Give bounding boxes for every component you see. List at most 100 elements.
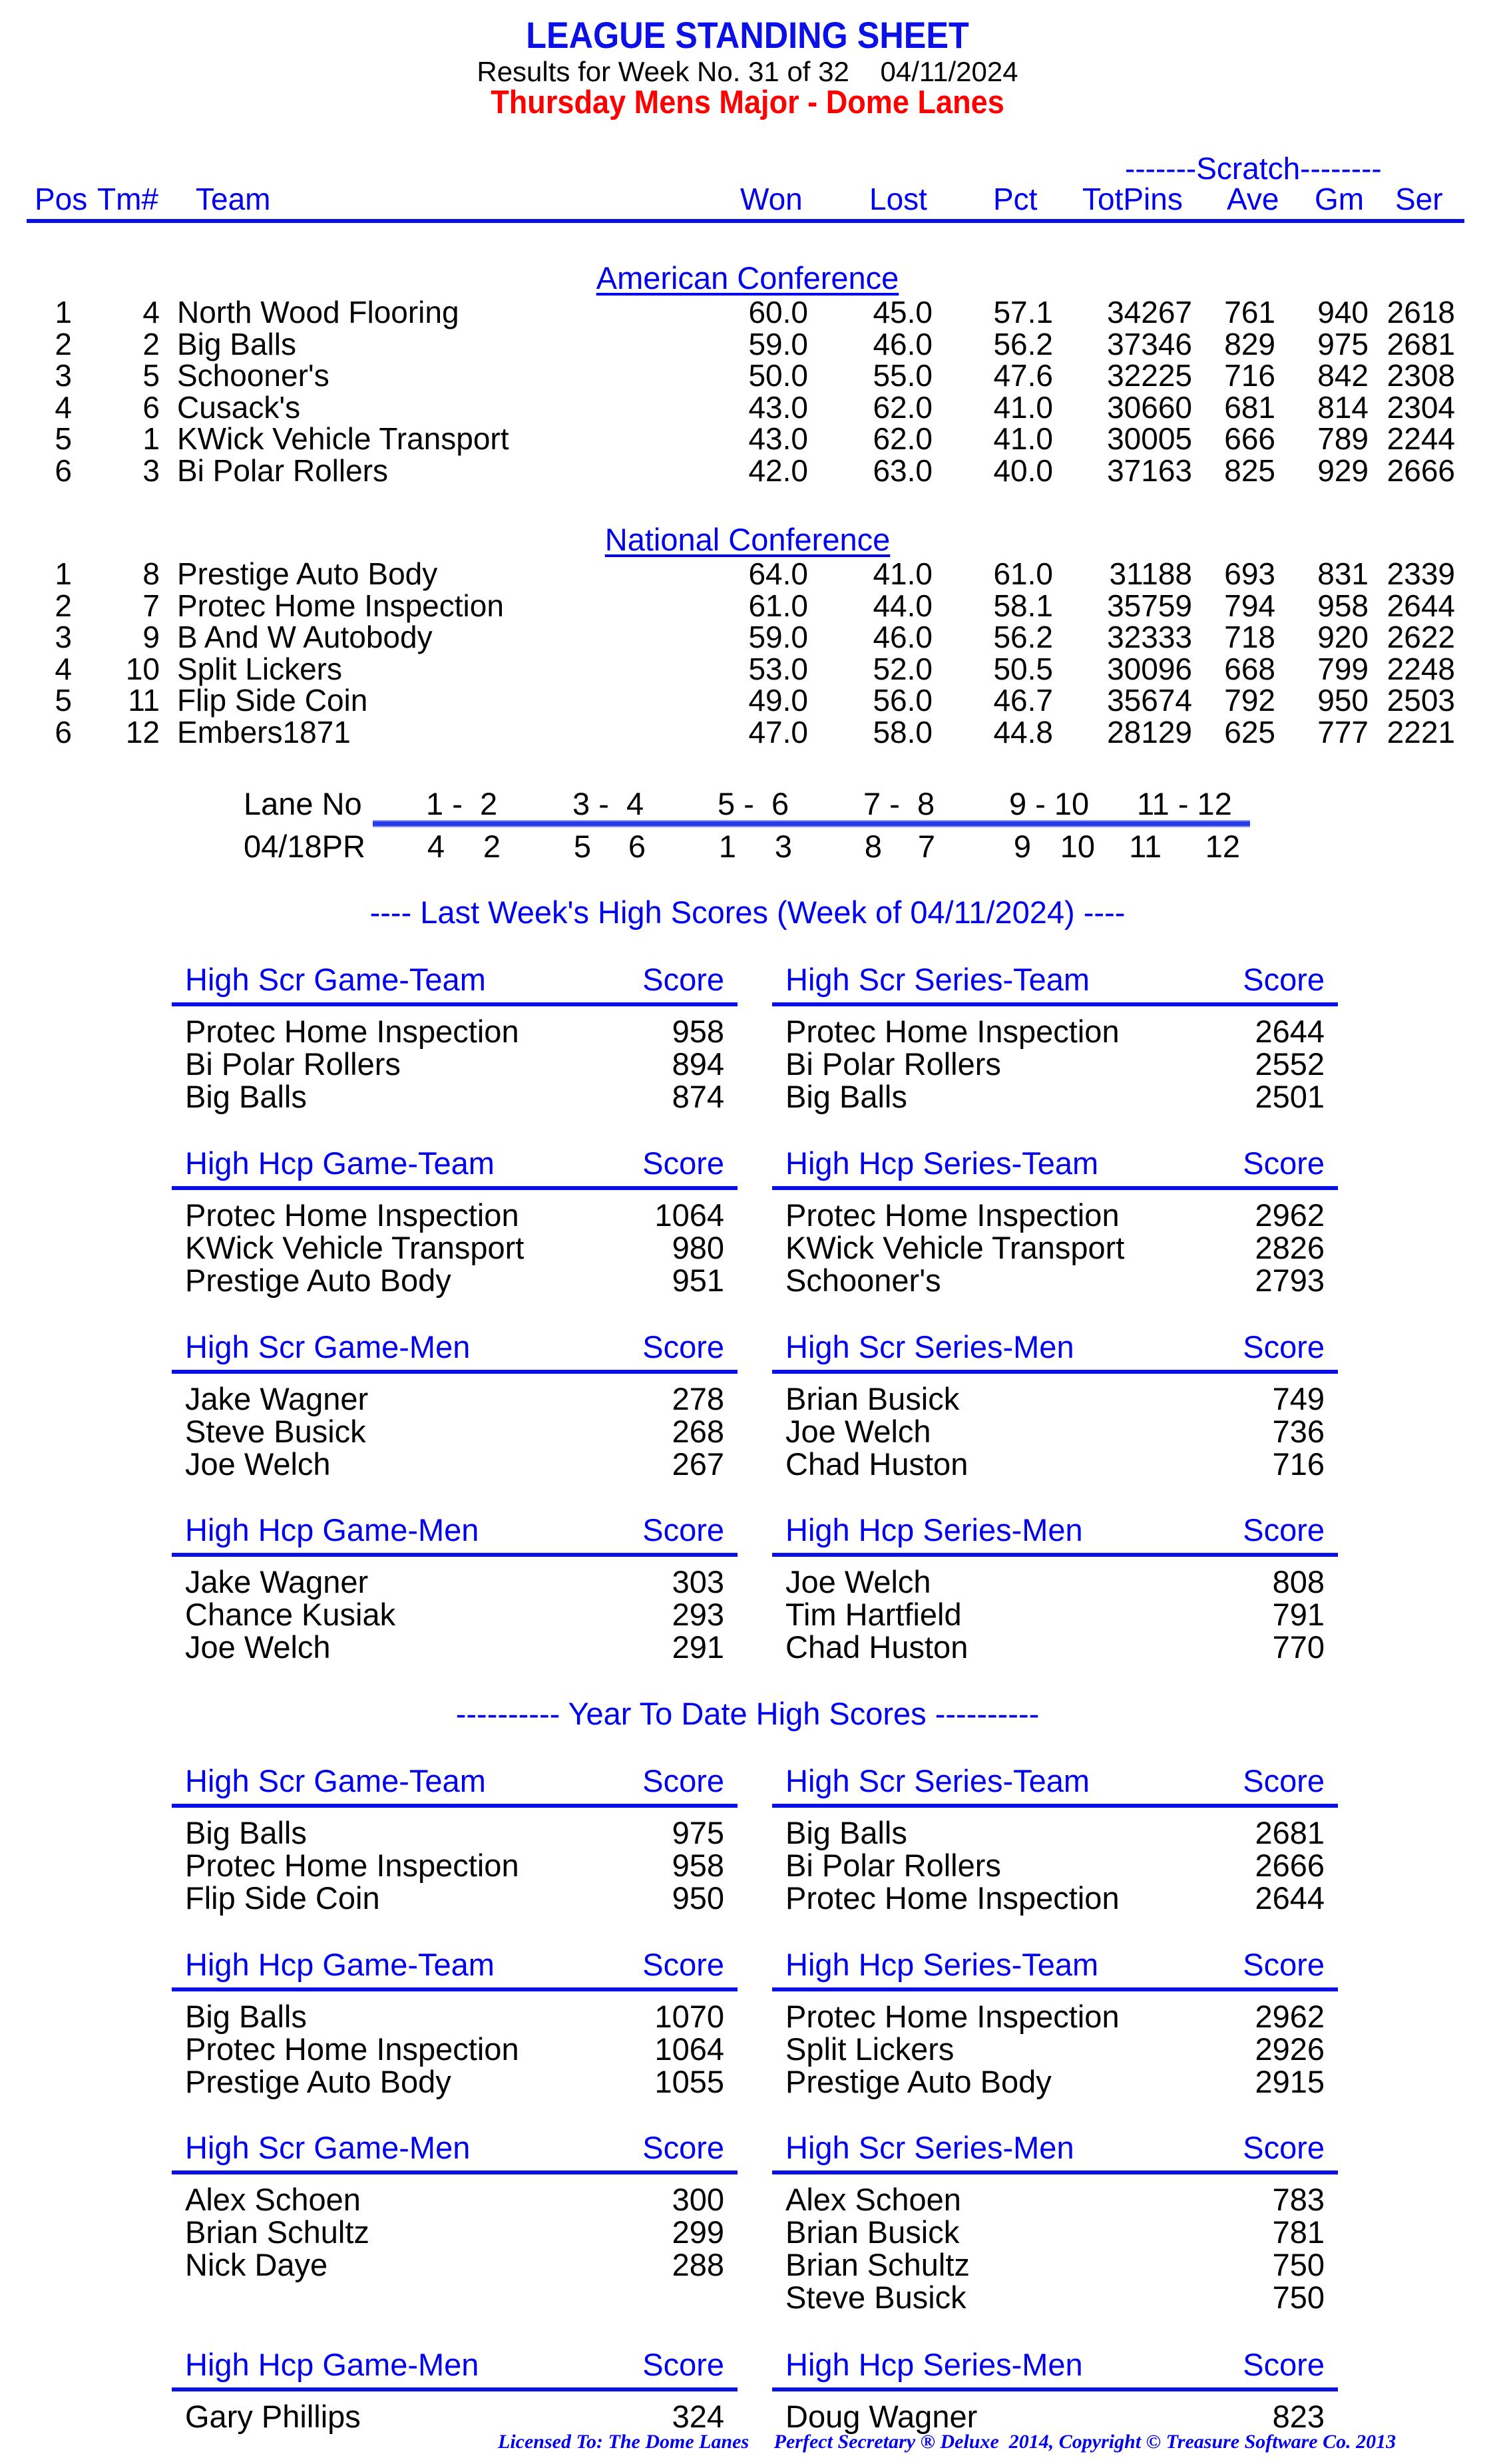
won-cell: 61.0 [748,588,808,623]
totpins-cell: 32225 [1107,358,1192,393]
won-cell: 50.0 [748,358,808,393]
ave-cell: 794 [1224,588,1275,623]
team-number-cell: 12 [125,714,160,749]
entry-name: Joe Welch [185,1629,331,1665]
score-entry: Alex Schoen 783 [772,2178,1338,2217]
score-entry: Protec Home Inspection 1064 [172,2028,738,2067]
score-column-label: Score [642,1763,724,1798]
box-title: High Scr Series-Team [785,962,1090,997]
box-header: High Hcp Game-Team Score [172,1145,738,1185]
score-entry: Joe Welch 736 [772,1410,1338,1449]
col-tm: Tm# [97,182,158,216]
totpins-cell: 34267 [1107,295,1192,329]
won-cell: 53.0 [748,651,808,686]
conference-heading: National Conference [0,521,1495,558]
score-entry: Tim Hartfield 791 [772,1593,1338,1632]
team-number-cell: 11 [128,683,160,718]
totpins-cell: 32333 [1107,620,1192,654]
pct-cell: 41.0 [993,421,1053,456]
box-header: High Scr Game-Men Score [172,1329,738,1368]
totpins-cell: 30005 [1107,421,1192,456]
score-entry: Split Lickers 2926 [772,2028,1338,2067]
score-entry: Protec Home Inspection 1064 [172,1194,738,1233]
box-header: High Hcp Series-Men Score [772,2346,1338,2386]
ave-cell: 693 [1224,556,1275,591]
totpins-cell: 35674 [1107,683,1192,718]
score-entry: Brian Schultz 299 [172,2211,738,2250]
team-number-cell: 1 [142,421,160,456]
high-score-box: High Scr Game-Men Score Alex Schoen 300 Bria… [172,2129,738,2282]
box-title: High Scr Game-Team [185,1763,486,1798]
gm-cell: 940 [1317,295,1369,329]
lost-cell: 46.0 [873,326,933,361]
entry-score: 950 [672,1880,724,1916]
team-name-cell: North Wood Flooring [177,295,459,329]
box-title: High Hcp Game-Team [185,1145,495,1181]
pct-cell: 57.1 [993,295,1053,329]
lane-pair: 7 - 8 [863,786,935,821]
pct-cell: 47.6 [993,358,1053,393]
score-entry: Joe Welch 291 [172,1626,738,1665]
box-title: High Hcp Game-Men [185,2347,479,2382]
gm-cell: 814 [1317,389,1369,425]
pct-cell: 46.7 [993,683,1053,718]
lost-cell: 55.0 [873,358,933,393]
score-entry: Steve Busick 268 [172,1410,738,1449]
score-entry: Flip Side Coin 950 [172,1877,738,1916]
won-cell: 42.0 [748,453,808,488]
lane-team-right: 10 [1060,829,1095,864]
conference-name: National Conference [604,522,891,557]
entry-name: Prestige Auto Body [185,1263,451,1298]
standings-row: 6 3 Bi Polar Rollers 42.0 63.0 40.0 37163 825 92… [0,453,1495,488]
score-entry: Prestige Auto Body 2915 [772,2061,1338,2099]
entry-score: 716 [1272,1446,1325,1482]
score-entry: Jake Wagner 303 [172,1561,738,1599]
score-entry: Protec Home Inspection 958 [172,1010,738,1049]
gm-cell: 789 [1317,421,1369,456]
entry-score: 288 [672,2247,724,2282]
high-score-box: High Hcp Game-Team Score Protec Home Inspe… [172,1145,738,1298]
box-title: High Scr Series-Men [785,2130,1074,2165]
high-score-box: High Hcp Game-Men Score Jake Wagner 303 Chan… [172,1512,738,1665]
score-entry: Brian Schultz 750 [772,2244,1338,2282]
entry-name: Big Balls [785,1079,907,1114]
high-score-box: High Hcp Series-Men Score Joe Welch 808 Tim … [772,1512,1338,1665]
lost-cell: 62.0 [873,389,933,425]
high-score-box: High Hcp Game-Team Score Big Balls 1070 Prot… [172,1946,738,2099]
box-items: Jake Wagner 303 Chance Kusiak 293 Joe Welch 2… [172,1557,738,1665]
score-entry: Protec Home Inspection 958 [172,1844,738,1883]
totpins-cell: 35759 [1107,588,1192,623]
lost-cell: 41.0 [873,556,933,591]
lane-team-right: 3 [774,829,792,864]
score-entry: Brian Busick 749 [772,1378,1338,1416]
gm-cell: 958 [1317,588,1369,623]
entry-name: Doug Wagner [785,2399,978,2434]
score-entry: Prestige Auto Body 951 [172,1259,738,1298]
score-entry: Nick Daye 288 [172,2244,738,2282]
league-name: Thursday Mens Major - Dome Lanes [491,85,1004,120]
team-name-cell: Split Lickers [177,651,342,686]
box-title: High Hcp Series-Men [785,2347,1083,2382]
entry-name: Protec Home Inspection [785,1880,1120,1916]
team-name-cell: B And W Autobody [177,620,433,654]
pos-cell: 2 [55,588,72,623]
lane-team-left: 8 [864,829,882,864]
lane-team-left: 1 [718,829,736,864]
box-items: Joe Welch 808 Tim Hartfield 791 Chad Huston 7… [772,1557,1338,1665]
standings-row: 5 1 KWick Vehicle Transport 43.0 62.0 41.0 300… [0,421,1495,456]
score-entry: Big Balls 2681 [772,1812,1338,1850]
team-number-cell: 5 [142,358,160,393]
box-title: High Scr Game-Team [185,962,486,997]
high-score-box: High Hcp Game-Men Score Gary Phillips 324 [172,2346,738,2434]
lane-team-left: 11 [1129,829,1162,864]
high-score-box: High Scr Game-Team Score Protec Home Inspe… [172,961,738,1114]
score-column-label: Score [642,1512,724,1547]
ave-cell: 716 [1224,358,1275,393]
pct-cell: 58.1 [993,588,1053,623]
team-name-cell: Big Balls [177,326,296,361]
box-items: Protec Home Inspection 2962 Split Lickers 2… [772,1991,1338,2099]
ser-cell: 2244 [1387,421,1455,456]
box-title: High Scr Series-Men [785,1329,1074,1364]
box-items: Protec Home Inspection 958 Bi Polar Roller… [172,1006,738,1114]
high-score-box: High Hcp Series-Men Score Doug Wagner 823 [772,2346,1338,2434]
